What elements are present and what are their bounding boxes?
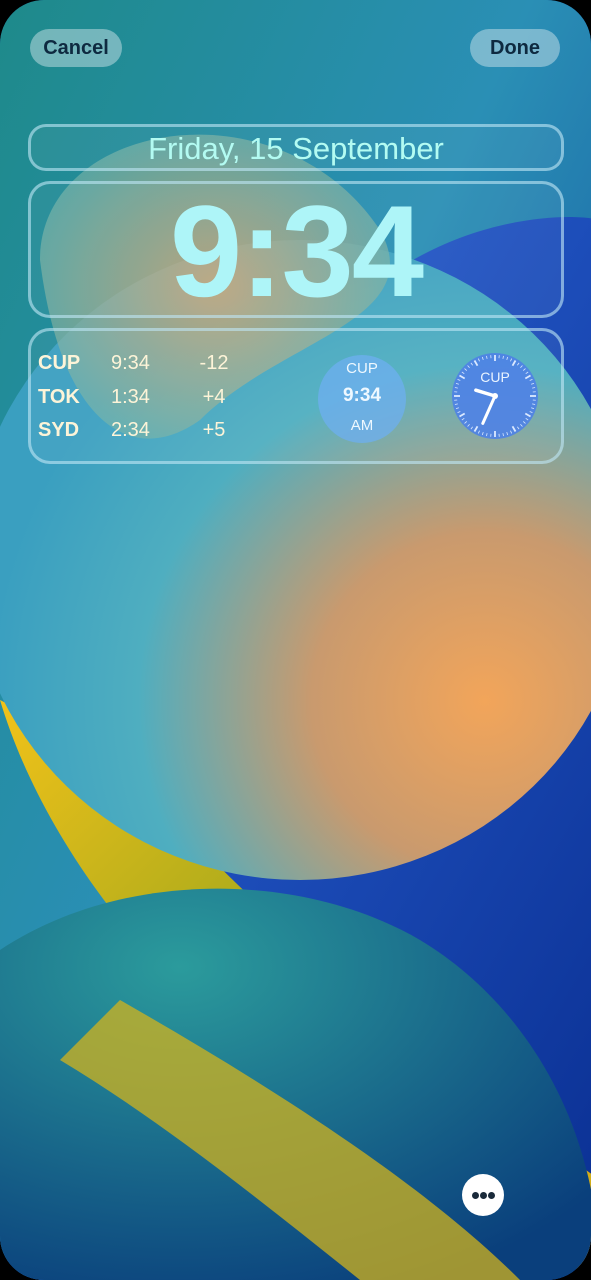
time-label: 9:34	[169, 178, 424, 324]
more-button[interactable]	[462, 1174, 504, 1216]
digital-clock-period: AM	[350, 417, 374, 434]
lock-screen-editor: Cancel Done Friday, 15 September 9:34 CU…	[0, 0, 591, 1280]
time-display[interactable]: 9:34	[28, 181, 564, 318]
ellipsis-dot	[480, 1192, 487, 1199]
analog-clock-center	[492, 393, 498, 399]
world-clock-city: SYD	[38, 419, 80, 441]
analog-clock-city: CUP	[480, 369, 510, 385]
world-clock-time: 2:34	[111, 419, 150, 441]
world-clock-offset: +5	[202, 419, 226, 441]
world-clock-row[interactable]: CUP 9:34 -12	[38, 348, 258, 378]
digital-clock-widget[interactable]: CUP 9:34 AM	[318, 355, 406, 443]
digital-clock-city: CUP	[346, 360, 378, 377]
date-widget-slot[interactable]: Friday, 15 September	[28, 124, 564, 171]
world-clock-row[interactable]: SYD 2:34 +5	[38, 415, 258, 445]
digital-clock-time: 9:34	[342, 385, 382, 406]
world-clock-offset: -12	[199, 352, 229, 374]
date-label: Friday, 15 September	[148, 131, 444, 166]
done-button[interactable]: Done	[470, 29, 560, 67]
world-clock-city: CUP	[38, 352, 81, 374]
ellipsis-dot	[472, 1192, 479, 1199]
world-clock-offset: +4	[202, 386, 226, 408]
world-clock-time: 1:34	[111, 386, 150, 408]
cancel-button[interactable]: Cancel	[30, 29, 122, 67]
world-clock-row[interactable]: TOK 1:34 +4	[38, 382, 258, 412]
world-clock-city: TOK	[38, 386, 80, 408]
analog-clock-widget[interactable]: CUP	[450, 351, 540, 441]
ellipsis-dot	[488, 1192, 495, 1199]
world-clock-time: 9:34	[111, 352, 150, 374]
